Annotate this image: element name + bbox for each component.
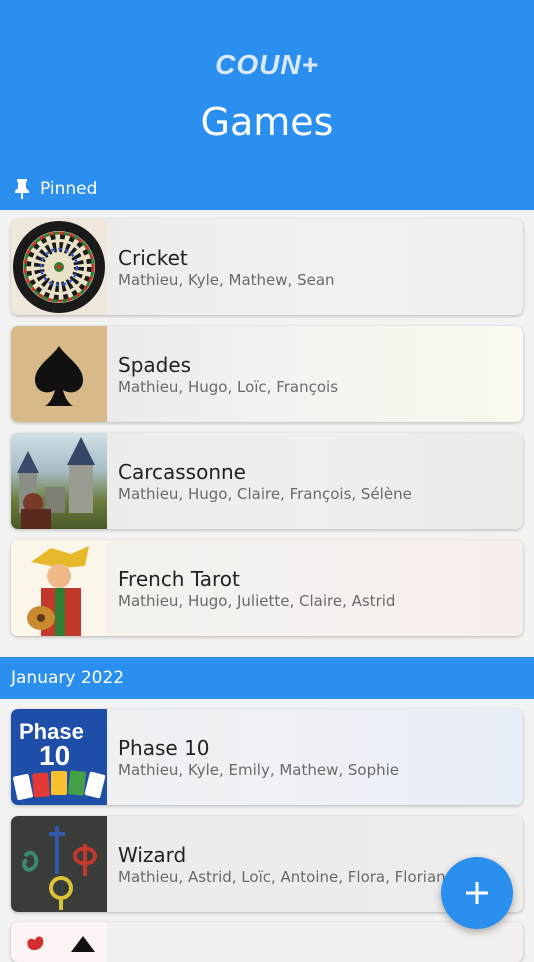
carcassonne-art-icon <box>11 433 107 529</box>
game-card-phase-10[interactable]: Phase 10 Phase 10 Mathieu, Kyle, Emily, … <box>11 709 523 805</box>
game-name: Carcassonne <box>118 460 246 484</box>
game-name: French Tarot <box>118 567 240 591</box>
game-players: Mathieu, Hugo, Loïc, François <box>118 378 339 396</box>
svg-text:10: 10 <box>39 740 70 771</box>
game-card-body: Phase 10 Mathieu, Kyle, Emily, Mathew, S… <box>107 709 523 805</box>
app-logo: COUN+ <box>215 49 319 80</box>
game-players: Mathieu, Hugo, Claire, François, Sélène <box>118 485 412 503</box>
game-card-body: Spades Mathieu, Hugo, Loïc, François <box>107 326 523 422</box>
plus-icon <box>466 882 488 904</box>
game-name: Phase 10 <box>118 736 210 760</box>
game-card-cricket[interactable]: Cricket Mathieu, Kyle, Mathew, Sean <box>11 219 523 315</box>
app-header: COUN+ Games Pinned <box>0 0 534 210</box>
game-players: Mathieu, Kyle, Emily, Mathew, Sophie <box>118 761 400 779</box>
dartboard-icon <box>11 219 107 315</box>
game-card-partial[interactable] <box>11 922 523 962</box>
spade-icon <box>11 326 107 422</box>
tarot-jester-icon <box>11 540 107 636</box>
game-card-body: Carcassonne Mathieu, Hugo, Claire, Franç… <box>107 433 523 529</box>
game-name: Spades <box>118 353 192 377</box>
add-game-button[interactable] <box>441 857 513 929</box>
page-title: Games <box>200 100 334 144</box>
pin-icon <box>15 179 29 199</box>
phase10-logo-icon: Phase 10 <box>11 709 107 805</box>
pinned-label: Pinned <box>40 179 98 199</box>
card-thumbnail-partial <box>11 922 107 962</box>
game-card-carcassonne[interactable]: Carcassonne Mathieu, Hugo, Claire, Franç… <box>11 433 523 529</box>
wizard-symbols-icon <box>11 816 107 912</box>
game-card-body: French Tarot Mathieu, Hugo, Juliette, Cl… <box>107 540 523 636</box>
game-name: Cricket <box>118 246 188 270</box>
game-card-french-tarot[interactable]: French Tarot Mathieu, Hugo, Juliette, Cl… <box>11 540 523 636</box>
section-header-january-2022: January 2022 <box>0 657 534 699</box>
game-players: Mathieu, Hugo, Juliette, Claire, Astrid <box>118 592 396 610</box>
pinned-section-header: Pinned <box>12 176 97 202</box>
game-players: Mathieu, Kyle, Mathew, Sean <box>118 271 335 289</box>
game-card-spades[interactable]: Spades Mathieu, Hugo, Loïc, François <box>11 326 523 422</box>
game-card-body: Cricket Mathieu, Kyle, Mathew, Sean <box>107 219 523 315</box>
section-label: January 2022 <box>11 668 125 688</box>
